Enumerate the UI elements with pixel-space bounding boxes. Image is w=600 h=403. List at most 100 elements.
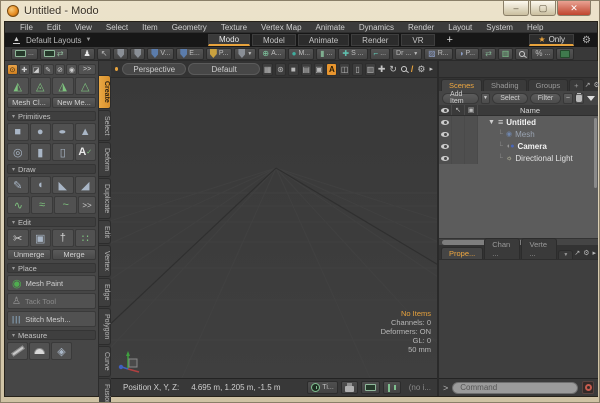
layout-tab-render[interactable]: Render bbox=[351, 34, 399, 46]
item-label[interactable]: Untitled bbox=[506, 118, 536, 127]
menu-select[interactable]: Select bbox=[99, 23, 135, 32]
menu-texture[interactable]: Texture bbox=[214, 23, 254, 32]
viewport-thumb-icon[interactable] bbox=[115, 67, 118, 71]
merge-verts-button[interactable]: ∷ bbox=[75, 229, 97, 247]
panel-gear-icon[interactable]: ⚙ bbox=[593, 81, 599, 89]
minimize-button[interactable]: – bbox=[503, 1, 529, 16]
tab-create[interactable]: Create bbox=[99, 75, 111, 109]
channel-haul-button[interactable] bbox=[383, 381, 401, 394]
viewport-3d[interactable]: No Items Channels: 0 Deformers: ON GL: 0… bbox=[111, 78, 437, 378]
tack-tool-button[interactable]: ♙Tack Tool bbox=[7, 293, 96, 309]
menu-system[interactable]: System bbox=[479, 23, 520, 32]
tab-duplicate[interactable]: Duplicate bbox=[99, 178, 111, 219]
filter-funnel-button[interactable] bbox=[586, 93, 595, 104]
slit-view-button[interactable]: ▯ bbox=[352, 63, 363, 76]
solid-view-button[interactable]: ■ bbox=[288, 63, 299, 76]
inspect-view-button[interactable]: ◫ bbox=[339, 63, 350, 76]
pin-tool-button[interactable]: † bbox=[52, 229, 74, 247]
layout-tab-vr[interactable]: VR bbox=[401, 34, 434, 46]
layout-tab-model[interactable]: Model bbox=[252, 34, 296, 46]
visibility-toggle[interactable] bbox=[439, 152, 452, 164]
shading-style-dropdown[interactable]: Default bbox=[188, 63, 260, 75]
capsule-primitive-button[interactable]: ▯ bbox=[52, 143, 74, 161]
add-panel-tab-button[interactable]: + bbox=[569, 79, 583, 91]
menu-help[interactable]: Help bbox=[520, 23, 550, 32]
search-button[interactable] bbox=[515, 48, 529, 60]
command-input[interactable] bbox=[452, 382, 578, 394]
select-tool-button[interactable]: ↖ bbox=[97, 48, 112, 60]
tab-vertex-map[interactable]: Verte ... bbox=[521, 238, 557, 259]
select-dropdown-button[interactable]: Select bbox=[492, 93, 527, 104]
viewport-gear-icon[interactable]: ⚙ bbox=[417, 64, 425, 75]
expand-chevron-icon[interactable]: ▸ bbox=[430, 65, 434, 73]
gear-icon[interactable]: ⚙ bbox=[582, 35, 591, 46]
visibility-toggle[interactable] bbox=[439, 128, 452, 140]
tab-channels[interactable]: Chan ... bbox=[484, 238, 520, 259]
advanced-viewport-button[interactable]: A bbox=[326, 63, 337, 76]
more-tools-button[interactable]: >> bbox=[78, 64, 96, 75]
work-plane-button[interactable]: ⌐... bbox=[370, 48, 391, 60]
print-button[interactable] bbox=[341, 381, 358, 394]
ellipsoid-primitive-button[interactable]: ● bbox=[52, 123, 74, 141]
assign-button[interactable]: ▮... bbox=[316, 48, 336, 60]
tab-select[interactable]: Select bbox=[99, 110, 111, 141]
title-bar[interactable]: Untitled - Modo – ▢ ✕ bbox=[1, 1, 599, 21]
eraser-tool-button[interactable]: ⊘ bbox=[55, 64, 66, 75]
name-column-header[interactable]: Name bbox=[478, 106, 540, 115]
wireframe-view-button[interactable]: ▤ bbox=[301, 63, 312, 76]
screen-swap-button[interactable]: ⇄ bbox=[40, 48, 68, 60]
only-toggle-button[interactable]: ★ Only bbox=[529, 34, 574, 46]
measure-section-header[interactable]: ▾Measure bbox=[7, 330, 96, 340]
primitives-section-header[interactable]: ▾Primitives bbox=[7, 111, 96, 121]
channel-bars-button[interactable]: ▥ bbox=[498, 48, 514, 60]
edit-section-header[interactable]: ▾Edit bbox=[7, 217, 96, 227]
delete-item-button[interactable] bbox=[575, 93, 584, 104]
menu-view[interactable]: View bbox=[68, 23, 99, 32]
material-button[interactable]: ●M... bbox=[288, 48, 315, 60]
vertices-mode-button[interactable]: V... bbox=[147, 48, 174, 60]
camera-view-dropdown[interactable]: Perspective bbox=[122, 63, 186, 75]
tab-curve[interactable]: Curve bbox=[99, 346, 111, 377]
arc-tool-button[interactable]: ◖ bbox=[30, 176, 52, 194]
selection-mode-b-button[interactable] bbox=[130, 48, 145, 60]
edges-mode-button[interactable]: E... bbox=[176, 48, 204, 60]
layout-tab-modo[interactable]: Modo bbox=[208, 34, 250, 46]
color-swatch-button[interactable] bbox=[556, 48, 574, 60]
mesh-op-2-button[interactable]: ◬ bbox=[30, 77, 52, 95]
polygon-pen-button[interactable]: ◣ bbox=[52, 176, 74, 194]
item-label[interactable]: Camera bbox=[517, 142, 546, 151]
quad-view-button[interactable]: ▦ bbox=[262, 63, 273, 76]
torus-primitive-button[interactable]: ◎ bbox=[7, 143, 29, 161]
ghost-view-button[interactable]: ▣ bbox=[314, 63, 325, 76]
tab-edge[interactable]: Edge bbox=[99, 278, 111, 306]
curve-tool-button[interactable]: ∿ bbox=[7, 196, 30, 214]
zoom-icon[interactable] bbox=[401, 66, 407, 72]
cylinder-primitive-button[interactable]: ▮ bbox=[30, 143, 52, 161]
menu-dynamics[interactable]: Dynamics bbox=[352, 23, 401, 32]
mesh-paint-button[interactable]: ◉Mesh Paint bbox=[7, 275, 96, 291]
tab-polygon[interactable]: Polygon bbox=[99, 308, 111, 345]
tab-overflow-dropdown[interactable]: ▼ bbox=[558, 250, 573, 259]
stitch-mesh-button[interactable]: |||Stitch Mesh... bbox=[7, 311, 96, 327]
visibility-toggle[interactable] bbox=[439, 116, 452, 128]
sphere-primitive-button[interactable]: ● bbox=[30, 123, 52, 141]
tab-deform[interactable]: Deform bbox=[99, 142, 111, 177]
swap-view-button[interactable]: ⇄ bbox=[481, 48, 496, 60]
dimension-tool-button[interactable]: ◈ bbox=[51, 342, 72, 360]
filter-dropdown-button[interactable]: Filter bbox=[530, 93, 562, 104]
bspline-tool-button[interactable]: ≈ bbox=[31, 196, 54, 214]
polygons-mode-button[interactable]: P... bbox=[206, 48, 233, 60]
tab-edit[interactable]: Edit bbox=[99, 220, 111, 244]
close-button[interactable]: ✕ bbox=[557, 1, 591, 16]
item-row-mesh[interactable]: └ ◉ Mesh bbox=[439, 128, 598, 140]
menu-file[interactable]: File bbox=[13, 23, 40, 32]
pan-icon[interactable]: ✚ bbox=[378, 64, 386, 75]
panel-chevron-icon[interactable]: ▸ bbox=[592, 249, 596, 257]
snapping-button[interactable]: ✚S ... bbox=[338, 48, 367, 60]
add-layout-tab-button[interactable]: + bbox=[437, 34, 463, 46]
key-icon[interactable]: / bbox=[411, 64, 414, 74]
unmerge-button[interactable]: Unmerge bbox=[7, 249, 51, 260]
default-layouts-dropdown[interactable]: Default Layouts bbox=[26, 36, 82, 45]
add-item-button[interactable]: Add Item bbox=[442, 93, 479, 104]
select-column-header[interactable]: ↖ bbox=[452, 105, 465, 115]
